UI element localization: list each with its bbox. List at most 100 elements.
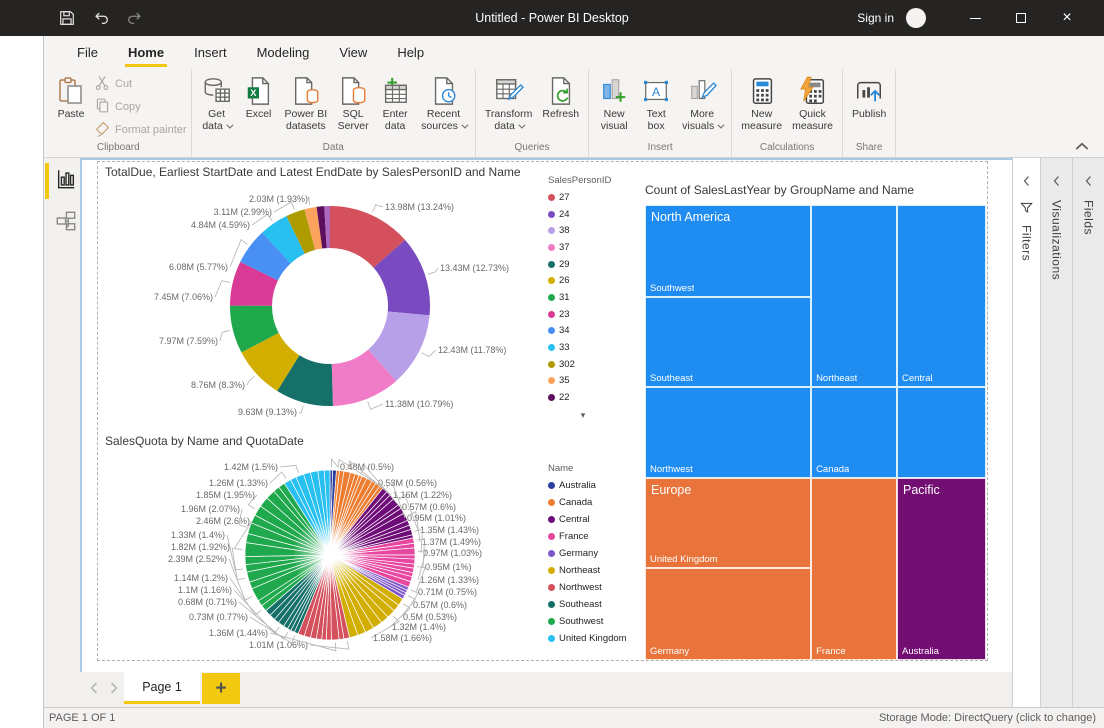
legend-item[interactable]: France [548,528,627,545]
legend-item[interactable]: 33 [548,339,618,356]
treemap-group-label: Europe [651,483,691,497]
legend-item[interactable]: 27 [548,189,618,206]
legend-item[interactable]: 31 [548,289,618,306]
legend-item[interactable]: United Kingdom [548,630,627,647]
treemap-cell-australia[interactable]: PacificAustralia [897,478,986,660]
legend-item[interactable]: Southeast [548,596,627,613]
legend-item[interactable]: Northwest [548,579,627,596]
next-page-icon[interactable] [109,681,119,700]
add-page-button[interactable]: + [202,673,240,704]
menu-tab-modeling[interactable]: Modeling [242,38,325,69]
page-tab[interactable]: Page 1 [124,672,200,704]
treemap-cell-canada[interactable]: Canada [811,387,897,478]
pie-chart-visual[interactable]: SalesQuota by Name and QuotaDate 0.48M (… [97,430,640,662]
group-label: Insert [593,141,727,157]
enter-data-button[interactable]: Enterdata [374,74,416,135]
legend-item[interactable]: Southwest [548,613,627,630]
menu-tab-file[interactable]: File [62,38,113,69]
legend-item[interactable]: Canada [548,494,627,511]
previous-page-icon[interactable] [89,681,99,700]
treemap-cell-central[interactable]: Central [897,205,986,387]
legend-item[interactable]: 302 [548,356,618,373]
treemap-cell-united-kingdom[interactable]: EuropeUnited Kingdom [645,478,811,568]
data-label: 0.71M (0.75%) [418,587,477,597]
side-panels: FiltersVisualizationsFields [1012,158,1104,707]
data-label: 12.43M (11.78%) [438,345,506,355]
treemap-cell-germany[interactable]: Germany [645,568,811,660]
report-canvas[interactable]: TotalDue, Earliest StartDate and Latest … [80,158,1012,672]
treemap-cell-southeast[interactable]: Southeast [645,297,811,387]
get-data-button[interactable]: Getdata [196,74,238,135]
calc-icon [747,76,777,106]
more-visuals-button[interactable]: Morevisuals [677,74,727,135]
menu-tab-insert[interactable]: Insert [179,38,242,69]
expand-panel-icon[interactable] [1051,174,1063,186]
minimize-button[interactable] [952,0,998,36]
ribbon-collapse-button[interactable] [1074,139,1090,151]
paste-button[interactable]: Paste [50,74,92,122]
format-painter-button[interactable]: Format painter [94,120,187,140]
redo-icon[interactable] [126,9,144,27]
treemap-cell-northeast[interactable]: Northeast [811,205,897,387]
recent-icon [429,76,459,106]
maximize-button[interactable] [998,0,1044,36]
text-box-button[interactable]: ATextbox [635,74,677,135]
save-icon[interactable] [58,9,76,27]
model-view-icon[interactable] [55,210,77,232]
legend-item[interactable]: Northeast [548,562,627,579]
treemap-cell-southwest[interactable]: North AmericaSouthwest [645,205,811,297]
legend-label: Australia [559,480,596,491]
report-view-icon[interactable] [55,168,77,190]
legend-item[interactable]: 38 [548,222,618,239]
panel-visualizations[interactable]: Visualizations [1040,158,1072,707]
treemap-cell-northwest[interactable]: Northwest [645,387,811,478]
group-label: Share [847,141,891,157]
sign-in-button[interactable]: Sign in [857,11,894,25]
legend-item[interactable]: 23 [548,306,618,323]
legend-scroll-down-icon[interactable]: ▾ [548,410,618,421]
menu-tab-view[interactable]: View [324,38,382,69]
avatar[interactable] [906,8,926,28]
donut-chart-visual[interactable]: TotalDue, Earliest StartDate and Latest … [97,161,640,430]
legend-item[interactable]: Australia [548,477,627,494]
button-label: SQLServer [338,108,369,133]
panel-fields[interactable]: Fields [1072,158,1104,707]
copy-button[interactable]: Copy [94,97,187,117]
legend-item[interactable]: 37 [548,239,618,256]
new-measure-button[interactable]: Newmeasure [736,74,787,135]
excel-button[interactable]: XExcel [238,74,280,122]
expand-panel-icon[interactable] [1021,174,1033,186]
undo-icon[interactable] [92,9,110,27]
menu-tab-home[interactable]: Home [113,38,179,69]
recent-sources-button[interactable]: Recentsources [416,74,471,135]
power-bi-datasets-button[interactable]: Power BIdatasets [280,74,333,135]
expand-panel-icon[interactable] [1083,174,1095,186]
dropdown-chevron-icon [718,122,725,129]
panel-filters[interactable]: Filters [1012,158,1040,707]
cut-button[interactable]: Cut [94,74,187,94]
refresh-button[interactable]: Refresh [537,74,584,122]
legend-item[interactable]: Germany [548,545,627,562]
publish-button[interactable]: Publish [847,74,891,122]
legend-item[interactable]: 22 [548,389,618,406]
legend-item[interactable]: 26 [548,272,618,289]
legend-item[interactable]: Central [548,511,627,528]
treemap-cell[interactable] [897,387,986,478]
sql-server-button[interactable]: SQLServer [332,74,374,135]
legend-item[interactable]: 34 [548,323,618,340]
legend-item[interactable]: 29 [548,256,618,273]
legend-label: 34 [559,325,570,336]
quick-measure-button[interactable]: Quickmeasure [787,74,838,135]
transform-data-button[interactable]: Transformdata [480,74,537,135]
close-button[interactable]: × [1044,0,1090,36]
legend-item[interactable]: 24 [548,206,618,223]
menu-tab-help[interactable]: Help [382,38,439,69]
treemap-visual[interactable]: Count of SalesLastYear by GroupName and … [640,161,988,662]
treemap-cell-france[interactable]: France [811,478,897,660]
storage-mode-status[interactable]: Storage Mode: DirectQuery (click to chan… [879,712,1104,724]
treemap-chart: North AmericaSouthwestSoutheastNorthwest… [645,205,986,660]
new-visual-button[interactable]: Newvisual [593,74,635,135]
legend-label: 33 [559,342,570,353]
legend-item[interactable]: 35 [548,373,618,390]
legend-label: United Kingdom [559,633,627,644]
